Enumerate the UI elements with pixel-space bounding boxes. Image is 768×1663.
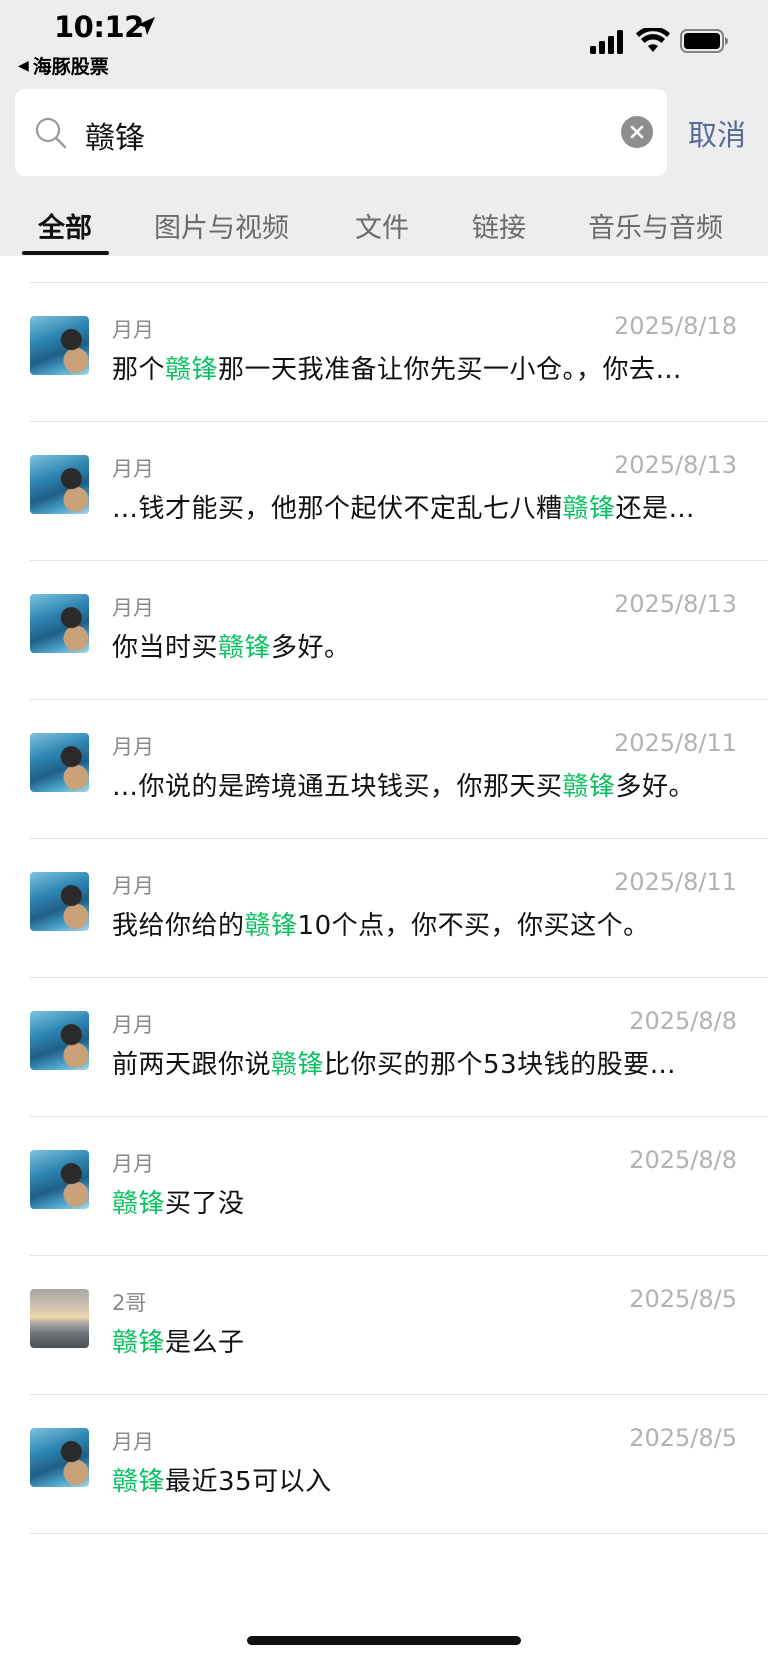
message-snippet: 赣锋买了没 [112,1189,245,1219]
avatar [30,455,89,514]
keyword-highlight: 赣锋 [244,911,298,941]
search-input[interactable]: 赣锋 [85,113,145,157]
back-app-label: 海豚股票 [32,56,109,78]
filter-tabs: 全部 图片与视频 文件 链接 音乐与音频 [0,196,768,256]
avatar [30,1289,89,1348]
avatar [30,1011,89,1070]
keyword-highlight: 赣锋 [112,1189,166,1219]
message-date: 2025/8/13 [613,590,737,618]
message-snippet: 赣锋最近35可以入 [112,1467,332,1497]
status-bar: 10:12 ◀ 海豚股票 [0,0,768,80]
result-row[interactable]: 月月 2025/8/11 我给你给的赣锋10个点，你不买，你买这个。 [0,839,768,978]
message-date: 2025/8/5 [629,1424,737,1452]
message-snippet: …你说的是跨境通五块钱买，你那天买赣锋多好。 [112,772,696,802]
message-date: 2025/8/8 [629,1146,737,1174]
search-icon [35,117,67,149]
message-date: 2025/8/13 [613,451,737,479]
tab-images-videos[interactable]: 图片与视频 [154,206,289,245]
sender-name: 月月 [112,874,154,898]
message-date: 2025/8/5 [629,1285,737,1313]
divider [30,1533,768,1534]
result-row[interactable]: 月月 2025/8/13 …钱才能买，他那个起伏不定乱七八糟赣锋还是… [0,422,768,561]
avatar [30,733,89,792]
sender-name: 2哥 [112,1291,147,1315]
search-field[interactable]: 赣锋 [15,89,667,176]
keyword-highlight: 赣锋 [112,1467,166,1497]
clear-icon [630,125,644,139]
message-date: 2025/8/11 [613,868,737,896]
keyword-highlight: 赣锋 [165,355,219,385]
avatar [30,594,89,653]
tab-links[interactable]: 链接 [472,206,526,245]
keyword-highlight: 赣锋 [112,1328,166,1358]
wifi-icon [636,28,670,52]
tab-music-audio[interactable]: 音乐与音频 [588,206,723,245]
message-date: 2025/8/8 [629,1007,737,1035]
keyword-highlight: 赣锋 [218,633,272,663]
tab-all[interactable]: 全部 [38,206,92,245]
result-row[interactable]: 月月 2025/8/8 赣锋买了没 [0,1117,768,1256]
home-indicator[interactable] [247,1636,521,1645]
result-row[interactable]: 月月 2025/8/18 那个赣锋那一天我准备让你先买一小仓。，你去… [0,283,768,422]
message-snippet: 那个赣锋那一天我准备让你先买一小仓。，你去… [112,355,683,385]
keyword-highlight: 赣锋 [562,772,616,802]
back-triangle-icon: ◀ [18,57,29,74]
cancel-button[interactable]: 取消 [688,112,746,154]
result-row[interactable]: 月月 2025/8/5 赣锋最近35可以入 [0,1395,768,1534]
avatar [30,316,89,375]
message-snippet: …钱才能买，他那个起伏不定乱七八糟赣锋还是… [112,494,696,524]
signal-icon [590,30,623,54]
tab-files[interactable]: 文件 [355,206,409,245]
sender-name: 月月 [112,1013,154,1037]
result-row[interactable]: 月月 2025/8/13 你当时买赣锋多好。 [0,561,768,700]
avatar [30,872,89,931]
clear-search-button[interactable] [621,116,653,148]
battery-icon [680,29,728,53]
header-area: 10:12 ◀ 海豚股票 赣锋 取消 全部 图片与视频 文件 链接 音乐与音频 [0,0,768,256]
back-to-app-link[interactable]: ◀ 海豚股票 [18,52,109,79]
result-row[interactable]: 2哥 2025/8/5 赣锋是么子 [0,1256,768,1395]
active-tab-indicator [22,251,109,255]
sender-name: 月月 [112,457,154,481]
sender-name: 月月 [112,1430,154,1454]
message-snippet: 赣锋是么子 [112,1328,245,1358]
keyword-highlight: 赣锋 [562,494,616,524]
status-time: 10:12 [54,10,144,44]
sender-name: 月月 [112,318,154,342]
result-row[interactable]: 月月 2025/8/8 前两天跟你说赣锋比你买的那个53块钱的股要… [0,978,768,1117]
message-snippet: 我给你给的赣锋10个点，你不买，你买这个。 [112,911,650,941]
sender-name: 月月 [112,1152,154,1176]
avatar [30,1428,89,1487]
message-date: 2025/8/11 [613,729,737,757]
sender-name: 月月 [112,735,154,759]
sender-name: 月月 [112,596,154,620]
message-snippet: 前两天跟你说赣锋比你买的那个53块钱的股要… [112,1050,677,1080]
message-snippet: 你当时买赣锋多好。 [112,633,351,663]
result-row[interactable]: 月月 2025/8/11 …你说的是跨境通五块钱买，你那天买赣锋多好。 [0,700,768,839]
message-date: 2025/8/18 [613,312,737,340]
location-arrow-icon [137,17,155,35]
avatar [30,1150,89,1209]
keyword-highlight: 赣锋 [271,1050,325,1080]
